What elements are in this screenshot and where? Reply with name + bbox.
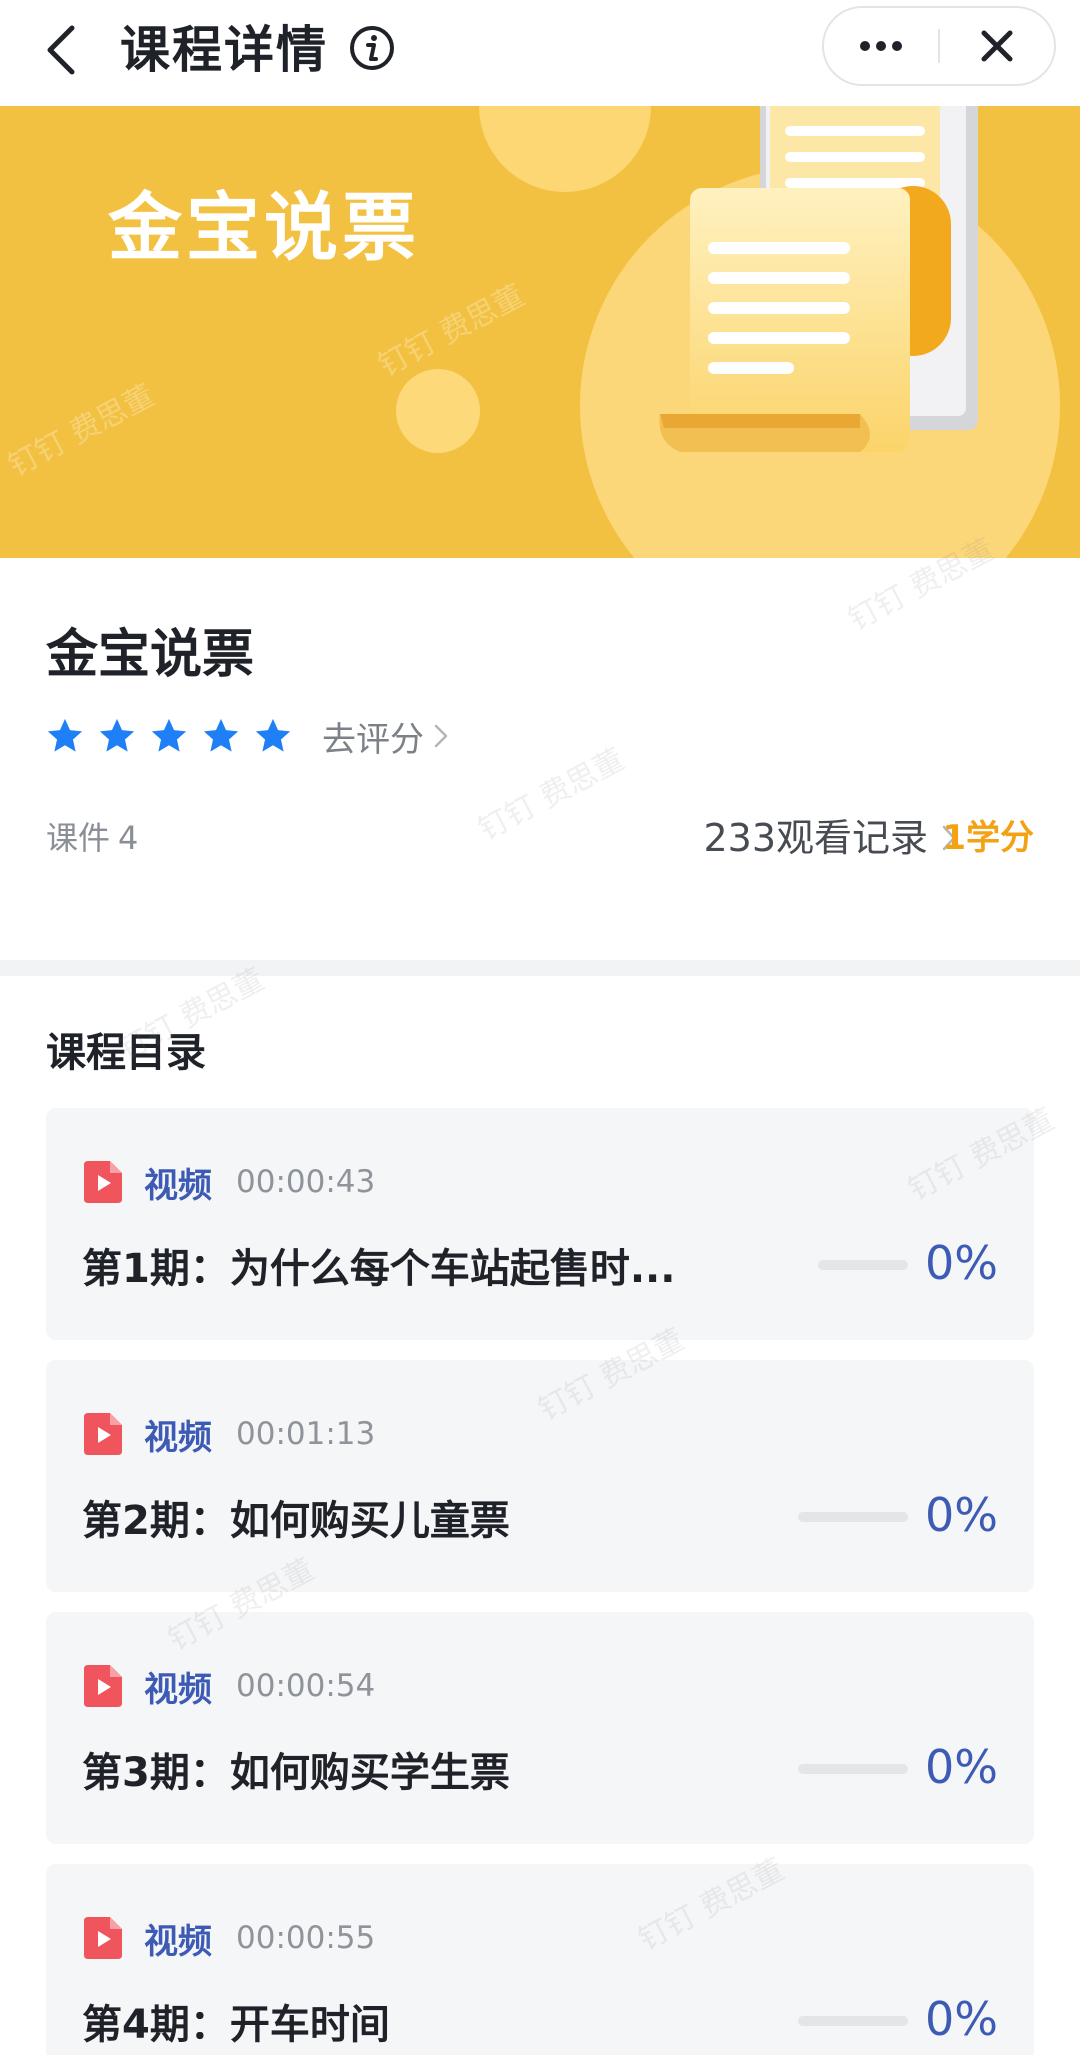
courseware-count: 课件 4 [46,810,138,866]
lesson-item[interactable]: 视频 00:00:54 第3期：如何购买学生票 0% [46,1612,1034,1844]
lesson-title: 第1期：为什么每个车站起售时... [82,1246,676,1292]
lesson-type: 视频 [144,1417,212,1458]
lesson-type-row: 视频 00:01:13 [82,1410,375,1458]
star-icon [203,718,239,752]
more-button[interactable] [824,8,938,84]
lesson-item[interactable]: 视频 00:01:13 第2期：如何购买儿童票 0% [46,1360,1034,1592]
credit-badge: 1学分 [942,818,1034,858]
more-horizontal-icon [860,41,902,51]
course-banner: 金宝说票 钉钉 费思董 钉钉 费思董 [0,106,1080,558]
close-button[interactable] [940,8,1054,84]
courseware-label: 课件 [46,819,111,857]
progress-percent: 0% [925,1992,998,2046]
star-icon [47,718,83,752]
progress-percent: 0% [925,1488,998,1542]
chevron-left-icon [47,25,75,75]
rate-link-label: 去评分 [322,719,424,760]
lesson-duration: 00:01:13 [236,1416,376,1452]
view-records-link[interactable]: 233观看记录 [703,810,956,866]
star-icon [255,718,291,752]
video-file-icon [84,1917,122,1959]
catalog-title: 课程目录 [46,1030,206,1076]
chevron-right-icon [434,724,448,748]
star-icon [151,718,187,752]
rating-row: 去评分 [46,710,448,762]
section-separator [0,960,1080,976]
back-button[interactable] [36,18,86,82]
progress-bar [798,1512,908,1522]
top-navbar: 课程详情 [0,0,1080,106]
lesson-title: 第3期：如何购买学生票 [82,1750,510,1796]
lesson-type-row: 视频 00:00:43 [82,1158,375,1206]
lesson-item[interactable]: 视频 00:00:55 第4期：开车时间 0% [46,1864,1034,2055]
close-icon [981,30,1013,62]
info-button[interactable] [348,24,396,72]
mini-program-capsule [822,6,1056,86]
progress-percent: 0% [925,1236,998,1290]
lesson-duration: 00:00:43 [236,1164,376,1200]
lesson-item[interactable]: 视频 00:00:43 第1期：为什么每个车站起售时... 0% [46,1108,1034,1340]
progress-bar [818,1260,908,1270]
lesson-duration: 00:00:54 [236,1668,376,1704]
view-records-label: 233观看记录 [703,816,928,860]
courseware-number: 4 [118,819,139,857]
lesson-title: 第2期：如何购买儿童票 [82,1498,510,1544]
lesson-title: 第4期：开车时间 [82,2002,390,2048]
course-meta-row: 课件 4 233观看记录 1学分 [46,810,1034,866]
star-rating [46,717,292,755]
page-title: 课程详情 [120,21,328,79]
lesson-duration: 00:00:55 [236,1920,376,1956]
progress-bar [798,2016,908,2026]
video-file-icon [84,1161,122,1203]
rate-link[interactable]: 去评分 [322,712,448,761]
info-icon [350,26,394,70]
lesson-type: 视频 [144,1669,212,1710]
banner-title: 金宝说票 [108,185,420,271]
video-file-icon [84,1665,122,1707]
lesson-type-row: 视频 00:00:54 [82,1662,375,1710]
lesson-type-row: 视频 00:00:55 [82,1914,375,1962]
progress-percent: 0% [925,1740,998,1794]
progress-bar [798,1764,908,1774]
lesson-type: 视频 [144,1165,212,1206]
lesson-type: 视频 [144,1921,212,1962]
course-detail-page: 课程详情 金宝说票 钉钉 费思董 钉钉 费思董 金宝说票 去评分 课件 4 23… [0,0,1080,2055]
video-file-icon [84,1413,122,1455]
course-title: 金宝说票 [46,625,255,685]
star-icon [99,718,135,752]
